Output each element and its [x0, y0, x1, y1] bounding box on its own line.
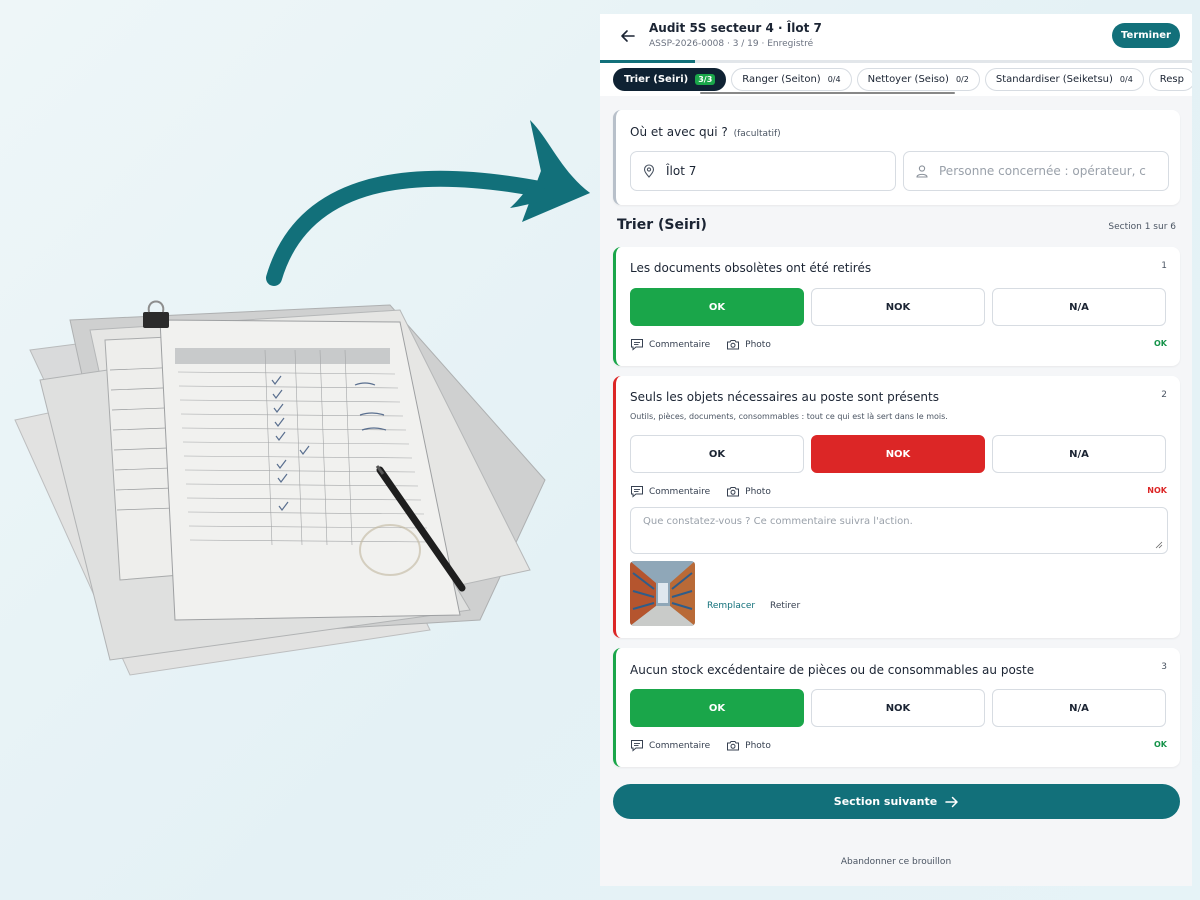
comment-icon [631, 486, 643, 498]
question-number: 3 [1161, 662, 1167, 672]
paper-clip-icon [143, 300, 169, 328]
comment-button[interactable]: Commentaire [630, 485, 710, 498]
section-counter: Section 1 sur 6 [1108, 222, 1176, 232]
tab-label: Standardiser (Seiketsu) [995, 74, 1113, 85]
camera-icon [727, 487, 740, 497]
location-title-text: Où et avec qui ? [630, 125, 728, 139]
audit-app-panel: Audit 5S secteur 4 · Îlot 7 ASSP-2026-00… [600, 14, 1192, 886]
next-section-button[interactable]: Section suivante [613, 784, 1180, 819]
question-number: 1 [1161, 261, 1167, 271]
tab-count-badge: 0/4 [827, 75, 841, 84]
photo-label: Photo [745, 740, 771, 751]
status-badge: NOK [1147, 486, 1167, 495]
answer-na-button[interactable]: N/A [992, 689, 1166, 727]
person-field[interactable]: Personne concernée : opérateur, c [903, 151, 1169, 191]
section-title: Trier (Seiri) [617, 217, 707, 233]
paper-stack-image [14, 300, 546, 676]
comment-icon [631, 740, 643, 752]
photo-label: Photo [745, 339, 771, 350]
question-card-2: Seuls les objets nécessaires au poste so… [613, 376, 1180, 638]
location-title: Où et avec qui ? (facultatif) [630, 125, 781, 139]
tab-3[interactable]: Nettoyer (Seiso) 0/2 [856, 68, 980, 91]
tabs-scrollbar[interactable] [700, 92, 955, 94]
top-bar: Audit 5S secteur 4 · Îlot 7 ASSP-2026-00… [600, 14, 1192, 62]
question-description: Outils, pièces, documents, consommables … [630, 412, 948, 421]
arrow-right-icon [945, 796, 958, 807]
curved-arrow-icon [266, 120, 590, 286]
tab-label: Ranger (Seiton) [742, 74, 821, 85]
answer-na-button[interactable]: N/A [992, 435, 1166, 473]
person-icon [916, 165, 928, 178]
question-card-1: Les documents obsolètes ont été retirés … [613, 247, 1180, 366]
status-badge: OK [1154, 740, 1167, 749]
resize-grip-icon[interactable] [1155, 541, 1163, 549]
remove-photo-link[interactable]: Retirer [770, 601, 800, 611]
place-field[interactable]: Îlot 7 [630, 151, 896, 191]
abandon-draft-link[interactable]: Abandonner ce brouillon [600, 857, 1192, 867]
tab-count-badge: 3/3 [695, 74, 716, 85]
question-title: Les documents obsolètes ont été retirés [630, 261, 872, 275]
tab-label: Resp [1159, 74, 1184, 85]
photo-thumbnail[interactable] [630, 561, 695, 626]
photo-button[interactable]: Photo [726, 338, 771, 351]
next-section-label: Section suivante [833, 795, 938, 808]
comment-placeholder: Que constatez-vous ? Ce commentaire suiv… [643, 516, 913, 527]
tab-label: Nettoyer (Seiso) [867, 74, 949, 85]
person-placeholder: Personne concernée : opérateur, c [939, 164, 1146, 178]
page-title: Audit 5S secteur 4 · Îlot 7 [649, 21, 822, 35]
location-card: Où et avec qui ? (facultatif) Îlot 7 Per… [613, 110, 1180, 205]
tab-count-badge: 0/2 [955, 75, 969, 84]
place-value: Îlot 7 [666, 164, 697, 178]
comment-icon [631, 339, 643, 351]
comment-label: Commentaire [649, 339, 711, 350]
camera-icon [727, 340, 740, 350]
tab-2[interactable]: Ranger (Seiton) 0/4 [731, 68, 852, 91]
optional-label: (facultatif) [733, 129, 781, 139]
answer-ok-button[interactable]: OK [630, 288, 804, 326]
photo-button[interactable]: Photo [726, 739, 771, 752]
photo-label: Photo [745, 486, 771, 497]
answer-nok-button[interactable]: NOK [811, 435, 985, 473]
answer-nok-button[interactable]: NOK [811, 689, 985, 727]
finish-button[interactable]: Terminer [1112, 23, 1180, 48]
back-arrow-icon[interactable] [618, 26, 638, 46]
comment-label: Commentaire [649, 486, 711, 497]
answer-ok-button[interactable]: OK [630, 689, 804, 727]
comment-button[interactable]: Commentaire [630, 739, 710, 752]
answer-ok-button[interactable]: OK [630, 435, 804, 473]
comment-textarea[interactable]: Que constatez-vous ? Ce commentaire suiv… [630, 507, 1168, 554]
warehouse-photo [630, 561, 695, 626]
page-subtitle: ASSP-2026-0008 · 3 / 19 · Enregistré [649, 39, 814, 49]
illustration [0, 0, 600, 900]
question-title: Seuls les objets nécessaires au poste so… [630, 390, 939, 404]
tab-1[interactable]: Trier (Seiri) 3/3 [613, 68, 727, 91]
comment-label: Commentaire [649, 740, 711, 751]
answer-nok-button[interactable]: NOK [811, 288, 985, 326]
tab-count-badge: 0/4 [1119, 75, 1133, 84]
question-title: Aucun stock excédentaire de pièces ou de… [630, 663, 1035, 677]
question-number: 2 [1161, 390, 1167, 400]
comment-button[interactable]: Commentaire [630, 338, 710, 351]
question-card-3: Aucun stock excédentaire de pièces ou de… [613, 648, 1180, 767]
replace-photo-link[interactable]: Remplacer [707, 601, 755, 611]
status-badge: OK [1154, 339, 1167, 348]
location-pin-icon [643, 164, 655, 178]
camera-icon [727, 741, 740, 751]
tab-5[interactable]: Resp [1148, 68, 1192, 91]
answer-na-button[interactable]: N/A [992, 288, 1166, 326]
tab-label: Trier (Seiri) [624, 74, 689, 85]
tab-4[interactable]: Standardiser (Seiketsu) 0/4 [984, 68, 1144, 91]
photo-button[interactable]: Photo [726, 485, 771, 498]
